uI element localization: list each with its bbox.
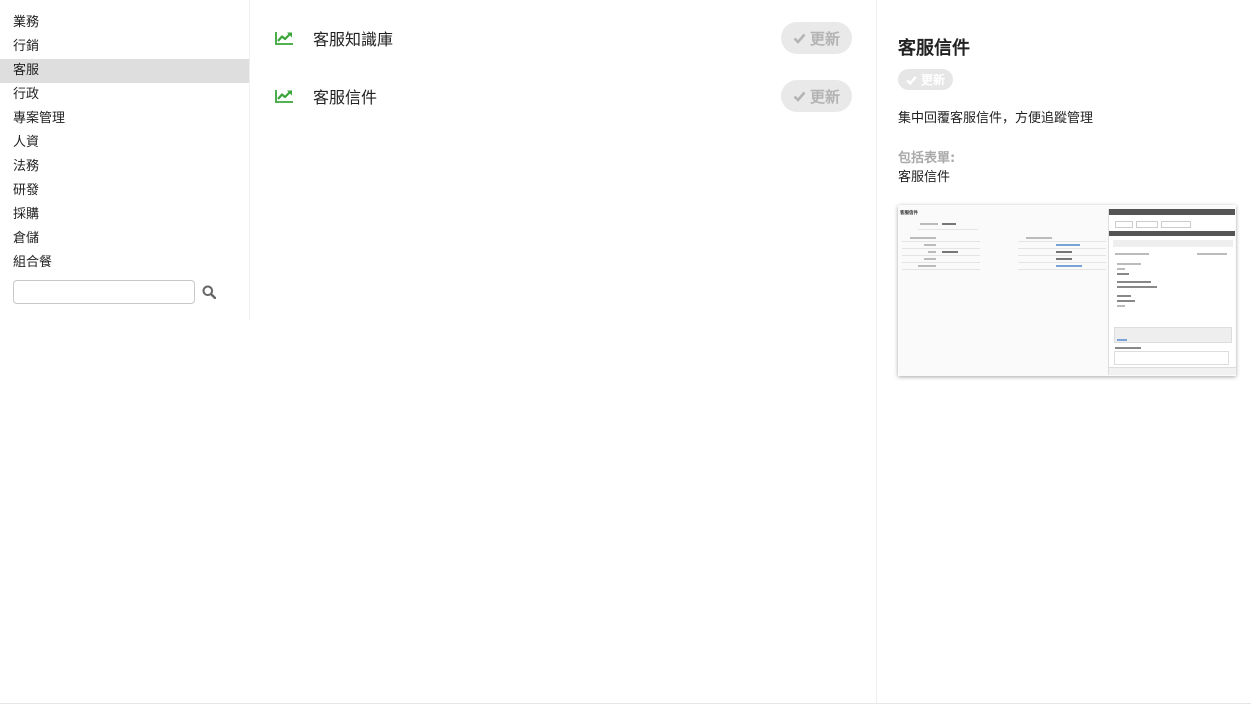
preview-form-text [924, 258, 936, 260]
check-icon [793, 91, 806, 102]
preview-form-text [1026, 237, 1052, 239]
preview-form-line [902, 255, 980, 256]
category-item-marketing[interactable]: 行銷 [0, 35, 249, 59]
category-item-project-management[interactable]: 專案管理 [0, 107, 249, 131]
preview-mail-text [1117, 263, 1141, 265]
preview-form-text [918, 265, 936, 267]
preview-mail-tab [1136, 221, 1158, 228]
preview-mail-row [1113, 240, 1233, 247]
category-sidebar: 業務 行銷 客服 行政 專案管理 人資 法務 研發 採購 倉儲 組合餐 [0, 0, 250, 320]
app-list: 客服知識庫 更新 客服信件 更新 [250, 0, 877, 703]
category-list: 業務 行銷 客服 行政 專案管理 人資 法務 研發 採購 倉儲 組合餐 [0, 0, 249, 275]
category-item-purchasing[interactable]: 採購 [0, 203, 249, 227]
preview-mail-panel [1108, 209, 1236, 375]
preview-form-line [1018, 241, 1106, 242]
preview-mail-text [1117, 305, 1125, 307]
app-name: 客服知識庫 [313, 30, 394, 49]
preview-form-link [1056, 244, 1080, 246]
preview-form-text [942, 251, 958, 253]
preview-mail-text [1117, 273, 1129, 275]
app-name: 客服信件 [313, 88, 378, 107]
app-row-customer-mail[interactable]: 客服信件 更新 [274, 79, 852, 113]
includes-forms-label: 包括表單: [898, 151, 956, 166]
detail-description: 集中回覆客服信件，方便追蹤管理 [898, 111, 1094, 126]
preview-form-text [928, 251, 936, 253]
check-icon [793, 33, 806, 44]
update-button[interactable]: 更新 [780, 80, 852, 112]
preview-form-line [902, 262, 980, 263]
preview-form-text [1056, 258, 1072, 260]
preview-form-line [902, 269, 980, 270]
preview-mail-text [1115, 347, 1141, 349]
preview-form-line [1018, 269, 1106, 270]
preview-form-text [920, 223, 938, 225]
search-icon[interactable] [197, 280, 221, 304]
category-item-rd[interactable]: 研發 [0, 179, 249, 203]
preview-form-line [918, 229, 978, 230]
preview-form-text [942, 223, 956, 225]
trend-up-icon [275, 90, 293, 103]
preview-mail-reply-box [1114, 351, 1229, 365]
preview-mail-text [1117, 300, 1135, 302]
preview-mail-text [1117, 281, 1151, 283]
check-icon [906, 75, 917, 85]
preview-form-text [910, 237, 936, 239]
preview-mail-header-bar [1109, 231, 1235, 236]
update-badge[interactable]: 更新 [898, 69, 954, 90]
update-button-label: 更新 [809, 87, 840, 106]
preview-mail-text [1115, 253, 1149, 255]
preview-form-link [1056, 265, 1082, 267]
search-input[interactable] [13, 280, 195, 304]
preview-title: 客服信件 [900, 211, 918, 216]
preview-mail-text [1117, 268, 1125, 270]
detail-title: 客服信件 [898, 38, 970, 59]
category-item-hr[interactable]: 人資 [0, 131, 249, 155]
preview-mail-quote [1114, 327, 1232, 343]
app-detail-panel: 客服信件 更新 集中回覆客服信件，方便追蹤管理 包括表單: 客服信件 客服信件 [878, 0, 1251, 703]
app-preview-screenshot: 客服信件 [898, 205, 1236, 376]
category-item-warehouse[interactable]: 倉儲 [0, 227, 249, 251]
preview-mail-tab [1115, 221, 1133, 228]
app-row-knowledge-base[interactable]: 客服知識庫 更新 [274, 21, 852, 55]
app-store-window: 業務 行銷 客服 行政 專案管理 人資 法務 研發 採購 倉儲 組合餐 客服知識… [0, 0, 1251, 706]
preview-mail-text [1117, 295, 1131, 297]
category-item-sales[interactable]: 業務 [0, 11, 249, 35]
search-bar [13, 280, 221, 304]
category-item-legal[interactable]: 法務 [0, 155, 249, 179]
preview-mail-text [1197, 253, 1227, 255]
preview-form-text [924, 244, 936, 246]
preview-form-line [902, 241, 980, 242]
bottom-divider [0, 703, 1251, 704]
preview-mail-text [1117, 286, 1157, 288]
preview-form-text [1056, 251, 1072, 253]
preview-form-line [1018, 248, 1106, 249]
preview-mail-link [1117, 339, 1127, 341]
preview-form-line [902, 248, 980, 249]
preview-mail-toolbar [1109, 367, 1236, 375]
update-button[interactable]: 更新 [780, 22, 852, 54]
category-item-customer-service[interactable]: 客服 [0, 59, 249, 83]
preview-mail-header-bar [1109, 209, 1235, 215]
category-item-administration[interactable]: 行政 [0, 83, 249, 107]
preview-form-line [1018, 262, 1106, 263]
preview-form-line [1018, 255, 1106, 256]
update-button-label: 更新 [809, 29, 840, 48]
trend-up-icon [275, 32, 293, 45]
includes-forms-value: 客服信件 [898, 170, 951, 185]
preview-mail-tab [1161, 221, 1191, 228]
update-badge-label: 更新 [921, 73, 946, 87]
category-item-bundle[interactable]: 組合餐 [0, 251, 249, 275]
